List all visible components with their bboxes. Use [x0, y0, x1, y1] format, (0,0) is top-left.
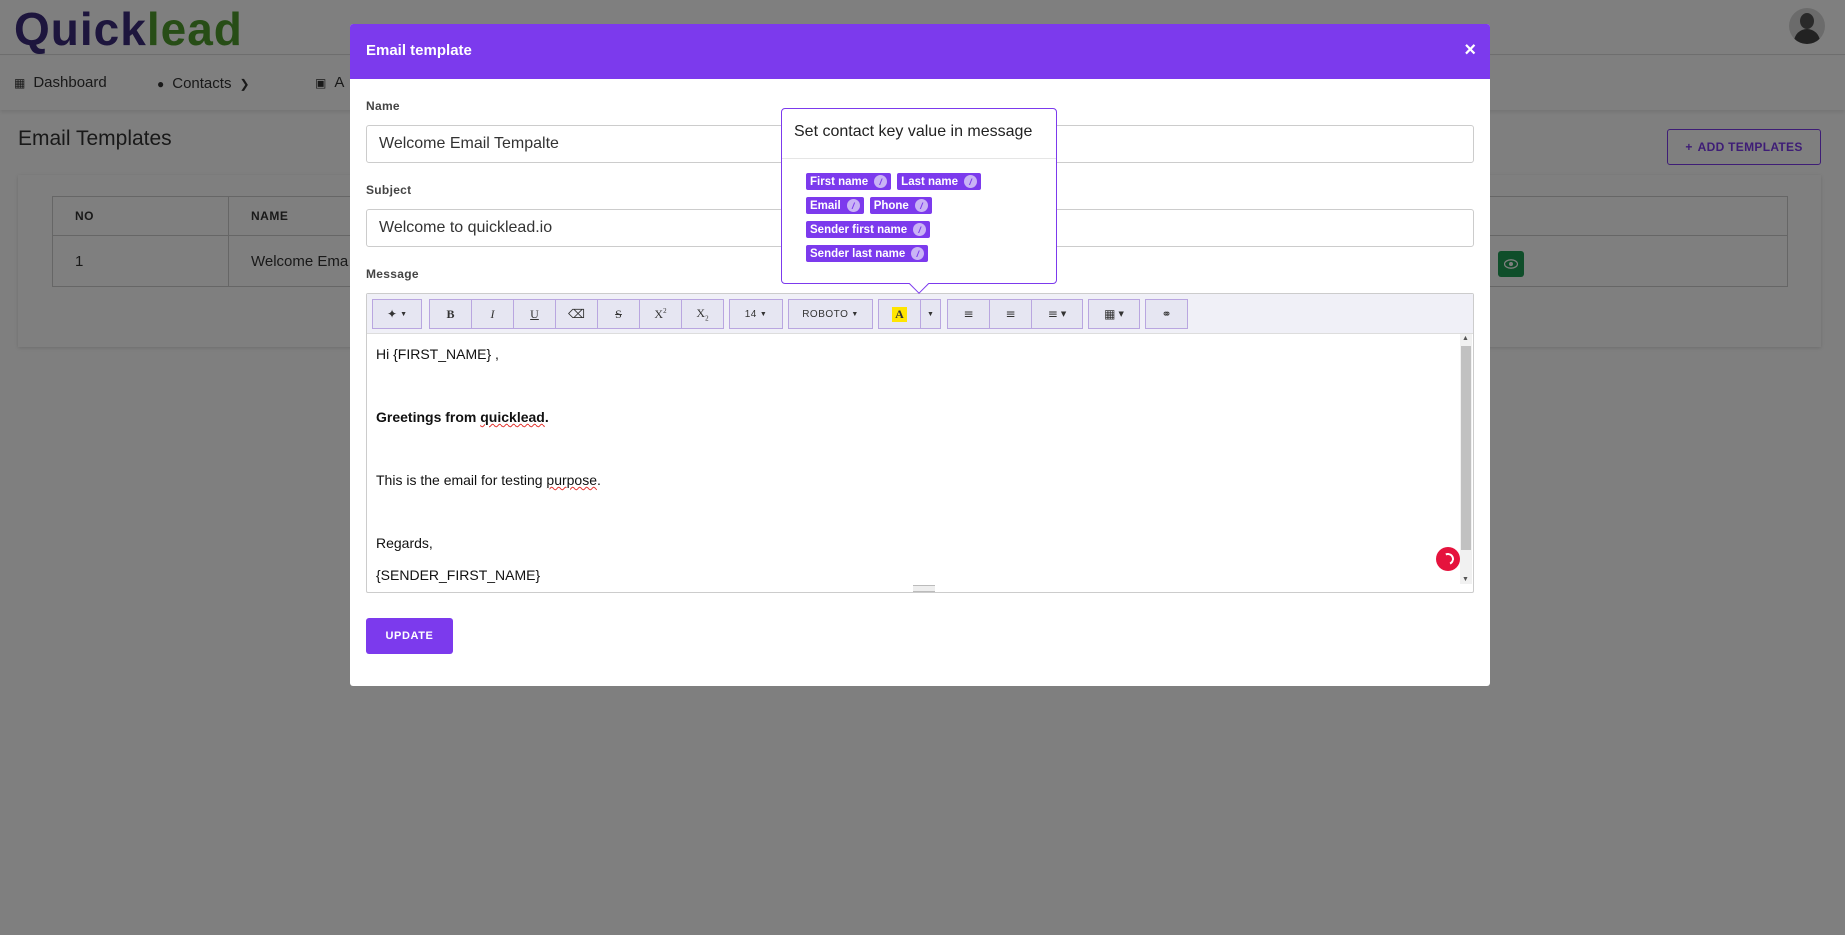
chip-label: Email: [810, 199, 841, 212]
font-family-value: ROBOTO: [802, 308, 849, 320]
link-button[interactable]: ⚭: [1145, 299, 1188, 329]
message-text: purpose: [546, 472, 597, 488]
numbered-list-icon: ≡: [1005, 307, 1016, 321]
subject-label: Subject: [366, 183, 412, 197]
chip-row: Sender first name /: [806, 221, 1056, 245]
message-text: .: [597, 472, 601, 488]
message-blank-line: [376, 376, 1452, 408]
table-dropdown[interactable]: ▦ ▼: [1088, 299, 1140, 329]
chip-sender-last-name[interactable]: Sender last name /: [806, 245, 929, 262]
underline-icon: U: [530, 306, 539, 321]
bold-button[interactable]: B: [429, 299, 472, 329]
chip-label: Last name: [901, 175, 959, 188]
subscript-icon: X2: [696, 305, 709, 323]
chip-label: Phone: [873, 199, 909, 212]
record-icon[interactable]: [1436, 547, 1460, 571]
message-line: Hi {FIRST_NAME} ,: [376, 346, 499, 362]
font-size-dropdown[interactable]: 14 ▼: [729, 299, 783, 329]
message-label: Message: [366, 267, 419, 281]
chip-label: Sender first name: [810, 223, 908, 236]
underline-button[interactable]: U: [513, 299, 556, 329]
editor-scrollbar[interactable]: ▲ ▼: [1460, 334, 1472, 584]
chip-row: First name / Last name /: [806, 173, 1056, 197]
font-size-value: 14: [744, 308, 757, 320]
editor-content[interactable]: Hi {FIRST_NAME} , Greetings from quickle…: [367, 334, 1461, 584]
modal-title: Email template: [366, 42, 472, 59]
editor-toolbar: ✦ ▼ B I U ⌫ S X2 X2 14 ▼ ROBOTO ▼ A ▼ ≡ ≡ ≡…: [367, 294, 1473, 334]
numbered-list-button[interactable]: ≡: [989, 299, 1032, 329]
message-text: .: [544, 409, 549, 425]
chip-sender-first-name[interactable]: Sender first name /: [806, 221, 931, 238]
update-button[interactable]: UPDATE: [366, 618, 453, 654]
align-left-icon: ≡: [1047, 307, 1058, 321]
strikethrough-button[interactable]: S: [597, 299, 640, 329]
caret-down-icon: ▼: [1060, 310, 1067, 318]
italic-button[interactable]: I: [471, 299, 514, 329]
chip-row: Sender last name /: [806, 245, 1056, 269]
chip-label: First name: [810, 175, 869, 188]
insert-icon: /: [874, 175, 888, 188]
message-line: This is the email for testing purpose.: [376, 470, 1452, 502]
color-dropdown[interactable]: ▼: [920, 299, 941, 329]
caret-down-icon: ▼: [1118, 310, 1124, 318]
caret-down-icon: ▼: [851, 310, 859, 318]
highlight-color-button[interactable]: A: [878, 299, 921, 329]
font-family-dropdown[interactable]: ROBOTO ▼: [788, 299, 873, 329]
popover-body: First name / Last name / Email / Phone / Sen…: [782, 159, 1056, 269]
highlight-icon: A: [892, 306, 907, 322]
message-blank-line: [376, 502, 1452, 534]
popover-title: Set contact key value in message: [782, 109, 1056, 159]
chip-email[interactable]: Email /: [806, 197, 864, 214]
align-dropdown[interactable]: ≡ ▼: [1031, 299, 1083, 329]
chip-first-name[interactable]: First name /: [806, 173, 892, 190]
message-blank-line: [376, 439, 1452, 471]
magic-wand-icon: ✦: [387, 306, 398, 321]
message-text: quicklead: [480, 409, 545, 425]
message-line: Greetings from quicklead.: [376, 407, 1452, 439]
clear-format-button[interactable]: ⌫: [555, 299, 598, 329]
chip-phone[interactable]: Phone /: [869, 197, 932, 214]
message-line: {SENDER_FIRST_NAME}: [376, 566, 541, 583]
insert-icon: /: [913, 223, 927, 236]
scrollbar-thumb[interactable]: [1461, 346, 1471, 550]
superscript-icon: X2: [654, 306, 667, 321]
message-line: Regards,: [376, 535, 433, 551]
caret-down-icon: ▼: [400, 310, 407, 318]
eraser-icon: ⌫: [568, 306, 585, 321]
insert-icon: /: [911, 247, 925, 260]
bullet-list-icon: ≡: [963, 307, 974, 321]
message-editor: ✦ ▼ B I U ⌫ S X2 X2 14 ▼ ROBOTO ▼ A ▼ ≡ ≡ ≡…: [366, 293, 1474, 593]
message-text: Greetings from: [376, 409, 481, 425]
italic-icon: I: [490, 306, 495, 321]
style-dropdown[interactable]: ✦ ▼: [372, 299, 422, 329]
close-icon[interactable]: ×: [1464, 38, 1476, 62]
superscript-button[interactable]: X2: [639, 299, 682, 329]
link-icon: ⚭: [1161, 307, 1172, 321]
contact-key-popover: Set contact key value in message First n…: [781, 108, 1057, 294]
scroll-up-icon[interactable]: ▲: [1462, 335, 1469, 342]
strikethrough-icon: S: [615, 306, 622, 321]
chip-row: Email / Phone /: [806, 197, 1056, 221]
chip-last-name[interactable]: Last name /: [897, 173, 982, 190]
name-label: Name: [366, 99, 400, 113]
table-icon: ▦: [1104, 307, 1116, 321]
caret-down-icon: ▼: [927, 310, 934, 318]
message-text: This is the email for testing: [376, 472, 547, 488]
scroll-down-icon[interactable]: ▼: [1462, 576, 1469, 583]
insert-icon: /: [964, 175, 978, 188]
subscript-button[interactable]: X2: [681, 299, 724, 329]
editor-resize-handle[interactable]: [913, 585, 935, 592]
bold-icon: B: [446, 306, 455, 321]
chip-label: Sender last name: [810, 247, 906, 260]
insert-icon: /: [846, 199, 860, 212]
modal-header: Email template ×: [350, 24, 1490, 79]
insert-icon: /: [914, 199, 928, 212]
caret-down-icon: ▼: [759, 310, 768, 318]
bullet-list-button[interactable]: ≡: [947, 299, 990, 329]
